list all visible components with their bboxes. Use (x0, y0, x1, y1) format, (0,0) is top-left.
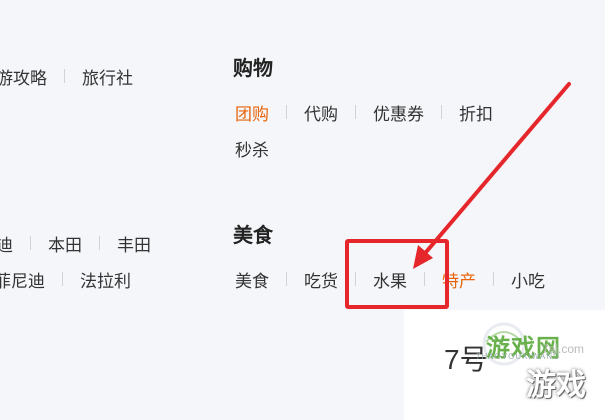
link-foodie[interactable]: 吃货 (304, 267, 338, 292)
shopping-row-2: 秒杀 (235, 136, 269, 161)
separator (441, 105, 442, 119)
separator (286, 272, 287, 286)
separator (286, 105, 287, 119)
left-row-3: 菲尼迪 法拉利 (0, 267, 131, 292)
left-row-2: 迪 本田 丰田 (0, 231, 151, 256)
food-heading: 美食 (233, 223, 273, 247)
link-food[interactable]: 美食 (235, 267, 269, 292)
link-daigou[interactable]: 代购 (304, 100, 338, 125)
link-car-partial[interactable]: 迪 (0, 231, 13, 256)
link-ferrari[interactable]: 法拉利 (80, 267, 131, 292)
annotation-highlight-box (345, 239, 449, 309)
separator (355, 105, 356, 119)
link-travel-guide[interactable]: 游攻略 (0, 64, 47, 89)
card-text: 7号 (444, 344, 488, 375)
separator (62, 272, 63, 286)
link-travel-agency[interactable]: 旅行社 (82, 64, 133, 89)
link-discount[interactable]: 折扣 (459, 100, 493, 125)
link-toyota[interactable]: 丰田 (117, 231, 151, 256)
link-group-buy[interactable]: 团购 (235, 100, 269, 125)
left-row-1: 游攻略 旅行社 (0, 64, 133, 89)
link-honda[interactable]: 本田 (48, 231, 82, 256)
shopping-heading: 购物 (233, 56, 273, 80)
link-coupon[interactable]: 优惠券 (373, 100, 424, 125)
separator (99, 236, 100, 250)
separator (30, 236, 31, 250)
link-snack[interactable]: 小吃 (511, 267, 545, 292)
link-infiniti[interactable]: 菲尼迪 (0, 267, 45, 292)
separator (64, 69, 65, 83)
shopping-row-1: 团购 代购 优惠券 折扣 (235, 100, 493, 125)
link-flash-sale[interactable]: 秒杀 (235, 136, 269, 161)
separator (493, 272, 494, 286)
